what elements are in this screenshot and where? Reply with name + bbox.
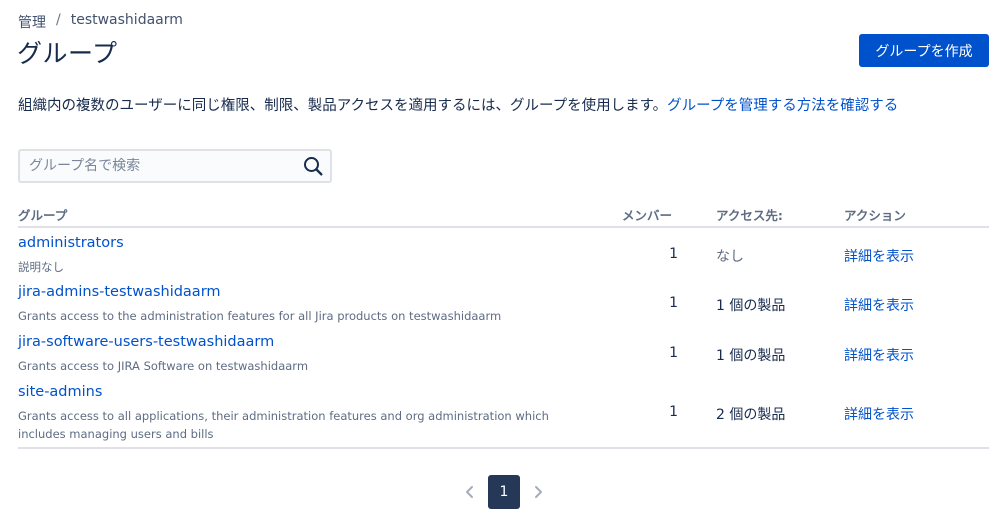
- page-title: グループ: [17, 39, 118, 68]
- table-row: administrators 説明なし 1 なし 詳細を表示: [18, 228, 989, 278]
- header-group[interactable]: グループ: [18, 205, 67, 224]
- table-row: jira-software-users-testwashidaarm Grant…: [18, 328, 989, 378]
- header-action: アクション: [844, 208, 906, 223]
- header-members[interactable]: メンバー: [622, 205, 672, 224]
- view-details-link[interactable]: 詳細を表示: [844, 345, 914, 365]
- page-description: 組織内の複数のユーザーに同じ権限、制限、製品アクセスを適用するには、グループを使…: [18, 94, 898, 115]
- group-description: Grants access to JIRA Software on testwa…: [18, 359, 309, 373]
- search-box[interactable]: [18, 149, 332, 183]
- group-name-link[interactable]: jira-software-users-testwashidaarm: [18, 334, 274, 350]
- table-header: グループ メンバー アクセス先: アクション: [18, 200, 989, 228]
- pagination: 1: [460, 475, 548, 509]
- learn-manage-groups-link[interactable]: グループを管理する方法を確認する: [667, 98, 898, 114]
- table-divider: [18, 447, 989, 449]
- table-row: site-admins Grants access to all applica…: [18, 378, 989, 444]
- view-details-link[interactable]: 詳細を表示: [844, 246, 914, 266]
- breadcrumb-admin[interactable]: 管理: [18, 12, 46, 32]
- breadcrumb: 管理 / testwashidaarm: [18, 12, 183, 32]
- access-summary: 1 個の製品: [716, 298, 786, 314]
- description-text: 組織内の複数のユーザーに同じ権限、制限、製品アクセスを適用するには、グループを使…: [18, 98, 668, 114]
- create-group-button[interactable]: グループを作成: [859, 34, 989, 67]
- chevron-left-icon[interactable]: [460, 475, 480, 509]
- table-row: jira-admins-testwashidaarm Grants access…: [18, 278, 989, 328]
- view-details-link[interactable]: 詳細を表示: [844, 404, 914, 424]
- page-button-current[interactable]: 1: [488, 475, 520, 509]
- member-count: 1: [669, 295, 678, 311]
- group-name-link[interactable]: administrators: [18, 235, 124, 251]
- member-count: 1: [669, 345, 678, 361]
- group-name-link[interactable]: jira-admins-testwashidaarm: [18, 284, 221, 300]
- groups-table: グループ メンバー アクセス先: アクション administrators 説明…: [18, 200, 989, 444]
- view-details-link[interactable]: 詳細を表示: [844, 295, 914, 315]
- group-description: Grants access to the administration feat…: [18, 309, 502, 323]
- header-access: アクセス先:: [716, 208, 783, 223]
- member-count: 1: [669, 404, 678, 420]
- breadcrumb-separator: /: [56, 12, 61, 28]
- group-search-input[interactable]: [20, 151, 296, 181]
- access-summary: 1 個の製品: [716, 348, 786, 364]
- breadcrumb-site[interactable]: testwashidaarm: [71, 12, 183, 32]
- group-description: 説明なし: [18, 260, 64, 274]
- access-summary: なし: [716, 249, 744, 265]
- group-name-link[interactable]: site-admins: [18, 384, 102, 400]
- chevron-right-icon[interactable]: [528, 475, 548, 509]
- group-description: Grants access to all applications, their…: [18, 409, 549, 441]
- access-summary: 2 個の製品: [716, 407, 786, 423]
- search-icon[interactable]: [296, 151, 330, 181]
- member-count: 1: [669, 246, 678, 262]
